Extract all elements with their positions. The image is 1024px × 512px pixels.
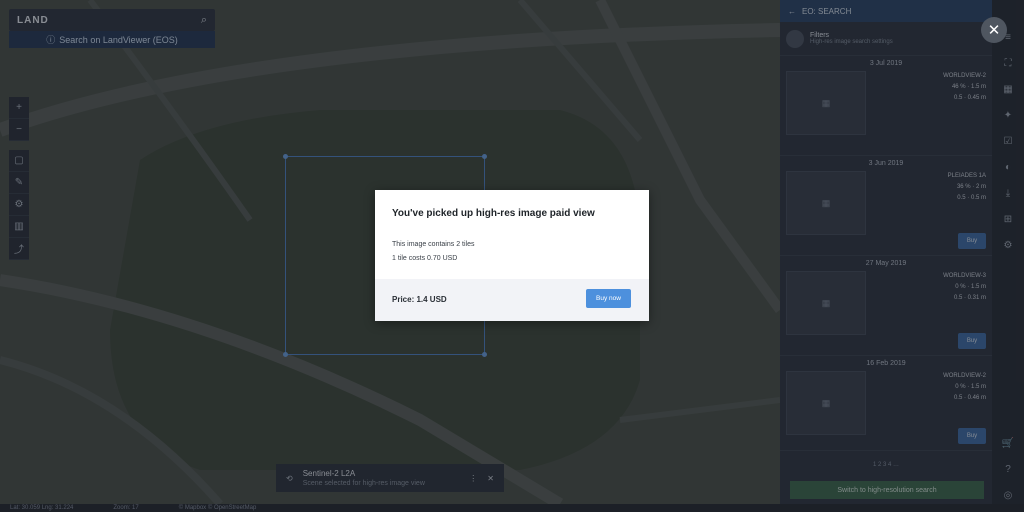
modal-price: Price: 1.4 USD [392,295,447,304]
modal-footer: Price: 1.4 USD Buy now [375,279,649,321]
buy-now-button[interactable]: Buy now [586,289,631,308]
close-modal-button[interactable]: ✕ [981,17,1007,43]
modal-tiles-info: This image contains 2 tiles [392,241,475,248]
modal-title: You've picked up high-res image paid vie… [392,208,595,219]
modal-tile-cost: 1 tile costs 0.70 USD [392,255,458,262]
purchase-modal: You've picked up high-res image paid vie… [375,190,649,321]
